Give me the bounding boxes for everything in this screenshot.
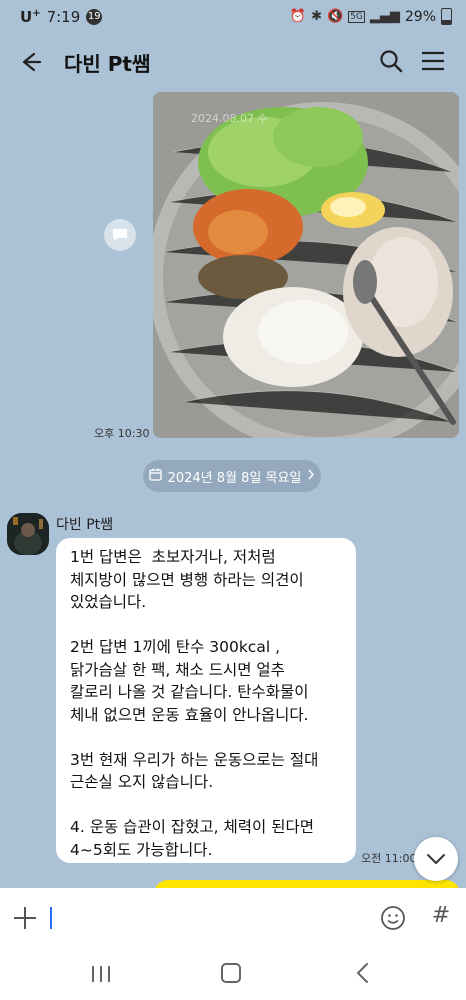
carrier-label: U+ — [20, 8, 41, 26]
food-photo — [153, 92, 459, 438]
message-paragraph: 3번 현재 우리가 하는 운동으로는 절대 근손실 오지 않습니다. — [70, 750, 319, 792]
hashtag-icon[interactable]: # — [428, 903, 454, 928]
scroll-to-bottom-button[interactable] — [414, 837, 458, 881]
recent-apps-icon[interactable] — [90, 964, 112, 984]
message-input[interactable] — [50, 902, 374, 936]
emoji-icon[interactable] — [380, 905, 406, 931]
chat-title: 다빈 Pt쌤 — [64, 52, 151, 76]
home-icon[interactable] — [221, 963, 241, 983]
chevron-right-icon — [307, 469, 315, 484]
nav-back-icon[interactable] — [352, 962, 374, 984]
text-caret — [50, 907, 52, 929]
battery-icon — [441, 8, 452, 25]
network-5g-label: 5G — [348, 10, 365, 23]
avatar[interactable] — [7, 513, 49, 555]
signal-icon: ▂▄▆ — [369, 9, 400, 24]
search-icon[interactable] — [378, 48, 404, 74]
system-nav-bar — [0, 948, 466, 1000]
message-time: 오전 11:00 — [361, 852, 417, 865]
incoming-message-bubble[interactable]: 1번 답변은 초보자거나, 저처럼 체지방이 많으면 병행 하라는 의견이 있었… — [56, 538, 356, 863]
sender-name: 다빈 Pt쌤 — [56, 517, 114, 533]
plus-icon[interactable] — [12, 905, 38, 931]
photo-message[interactable]: 2024.08.07 수 — [153, 92, 459, 438]
date-divider-label: 2024년 8월 8일 목요일 — [167, 470, 302, 486]
chevron-down-icon — [426, 850, 446, 869]
date-divider[interactable]: 2024년 8월 8일 목요일 — [143, 460, 321, 492]
status-bar: U+ 7:19 19 ⏰ ✱ 🔇 5G ▂▄▆ 29% — [0, 0, 466, 34]
notification-count-badge: 19 — [86, 9, 103, 25]
menu-icon[interactable] — [420, 48, 446, 74]
battery-percent: 29% — [404, 8, 436, 25]
calendar-icon — [148, 468, 162, 485]
share-message-icon[interactable] — [104, 219, 136, 251]
chat-header: 다빈 Pt쌤 — [0, 34, 466, 90]
back-arrow-icon[interactable] — [18, 48, 46, 76]
photo-date-stamp: 2024.08.07 수 — [191, 112, 268, 125]
alarm-icon: ⏰ — [289, 9, 307, 24]
message-paragraph: 1번 답변은 초보자거나, 저처럼 체지방이 많으면 병행 하라는 의견이 있었… — [70, 548, 304, 611]
message-time: 오후 10:30 — [94, 427, 150, 440]
message-paragraph: 2번 답변 1끼에 탄수 300kcal , 닭가슴살 한 팩, 채소 드시면 … — [70, 638, 309, 724]
message-input-bar: # — [0, 888, 466, 948]
status-time: 7:19 — [46, 8, 81, 26]
mute-icon: 🔇 — [326, 9, 344, 24]
bluetooth-icon: ✱ — [311, 9, 322, 24]
message-paragraph: 4. 운동 습관이 잡혔고, 체력이 된다면 4~5회도 가능합니다. — [70, 818, 314, 859]
